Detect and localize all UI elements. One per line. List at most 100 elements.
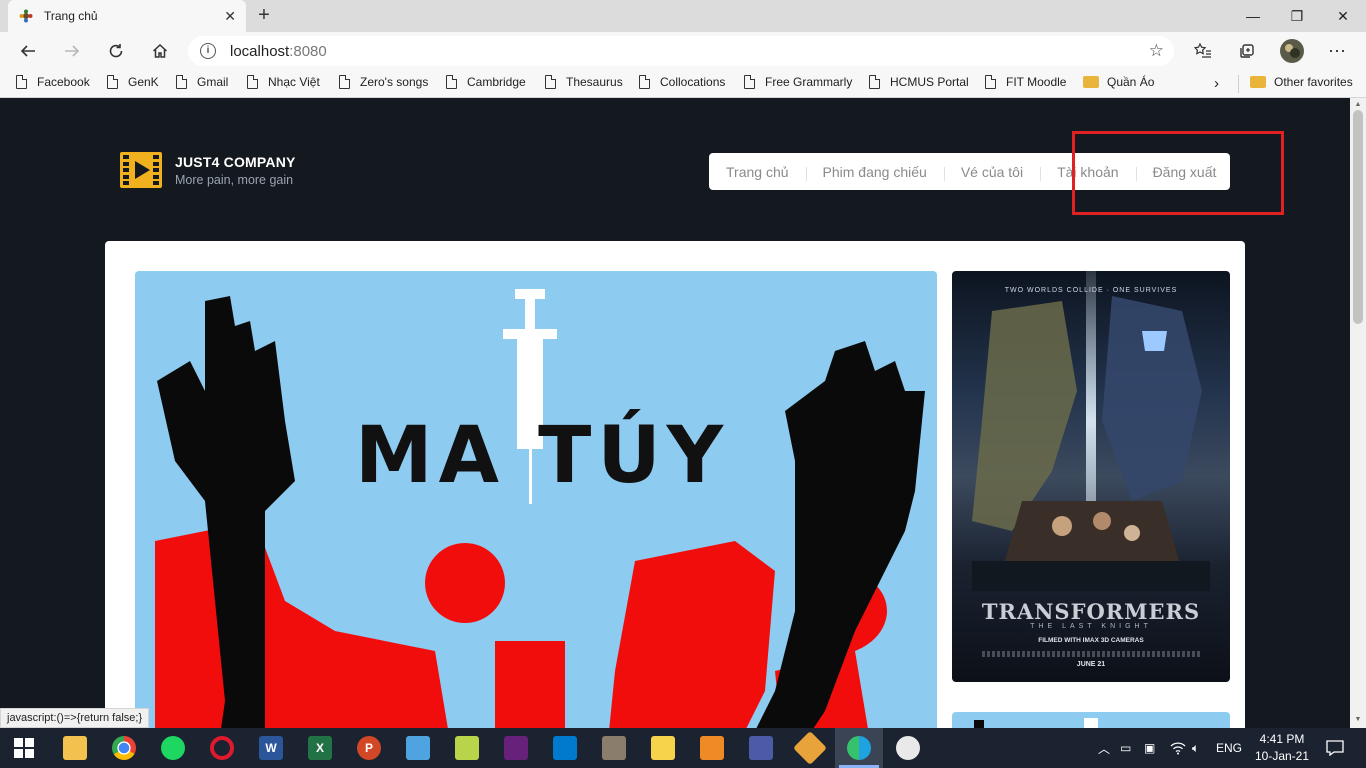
content-card: MA TÚY TWO WORLDS COLLIDE · ONE SURVIVES… (105, 241, 1245, 728)
film-holes (153, 155, 159, 185)
bookmark-folder[interactable]: Quần Áo (1083, 75, 1154, 89)
address-toolbar: i localhost:8080 ☆ ⋯ (0, 32, 1366, 70)
notification-app-icon[interactable]: ▣ (1144, 728, 1155, 768)
bookmark-item[interactable]: Nhạc Việt (247, 75, 320, 89)
battery-icon[interactable]: ▭ (1120, 728, 1131, 768)
other-favorites-folder[interactable]: Other favorites (1250, 75, 1353, 89)
profile-avatar[interactable] (1277, 36, 1307, 66)
paint-3d-icon[interactable] (406, 736, 430, 760)
poster-credits (982, 651, 1200, 657)
app-icon[interactable] (602, 736, 626, 760)
page-icon (107, 75, 118, 89)
nav-my-tickets[interactable]: Vé của tôi (943, 164, 1040, 181)
sticky-notes-icon[interactable] (651, 736, 675, 760)
home-icon[interactable] (145, 36, 175, 66)
bookmark-item[interactable]: GenK (107, 75, 159, 89)
site-favicon-icon (18, 8, 34, 24)
bookmark-item[interactable]: Collocations (639, 75, 725, 89)
featured-movie-poster[interactable]: MA TÚY (135, 271, 937, 728)
edge-icon[interactable] (847, 736, 871, 760)
powerpoint-icon[interactable]: P (357, 736, 381, 760)
bookmark-item[interactable]: FIT Moodle (985, 75, 1066, 89)
refresh-icon[interactable] (101, 36, 131, 66)
paint-icon[interactable] (896, 736, 920, 760)
bookmark-item[interactable]: Zero's songs (339, 75, 428, 89)
file-explorer-icon[interactable] (63, 736, 87, 760)
tab-title: Trang chủ (44, 9, 98, 23)
bookmark-item[interactable]: Thesaurus (545, 75, 623, 89)
git-icon[interactable] (793, 731, 827, 765)
browser-tab-strip: Trang chủ ✕ + — ❐ ✕ (0, 0, 1366, 32)
bookmark-item[interactable]: Gmail (176, 75, 228, 89)
folder-icon (1250, 76, 1266, 88)
close-tab-icon[interactable]: ✕ (224, 8, 236, 25)
bookmark-label: HCMUS Portal (890, 75, 969, 89)
scroll-up-icon[interactable]: ▲ (1354, 101, 1362, 109)
word-icon[interactable]: W (259, 736, 283, 760)
wifi-icon[interactable] (1170, 728, 1186, 768)
app-icon[interactable] (749, 736, 773, 760)
window-close-icon[interactable]: ✕ (1320, 0, 1366, 32)
second-side-poster[interactable] (952, 712, 1230, 728)
site-info-icon[interactable]: i (200, 43, 216, 59)
chrome-icon[interactable] (112, 736, 136, 760)
excel-icon[interactable]: X (308, 736, 332, 760)
bookmarks-bar: Facebook GenK Gmail Nhạc Việt Zero's son… (0, 70, 1366, 98)
syringe-artwork (974, 718, 1098, 728)
vs-code-icon[interactable] (553, 736, 577, 760)
show-hidden-icons-chevron-icon[interactable]: ︿ (1098, 728, 1110, 768)
visual-studio-icon[interactable] (504, 736, 528, 760)
bookmark-label: Free Grammarly (765, 75, 853, 89)
bookmark-label: Nhạc Việt (268, 75, 320, 89)
brand-name[interactable]: JUST4 COMPANY (175, 154, 296, 170)
nav-home[interactable]: Trang chủ (709, 164, 806, 180)
bookmark-item[interactable]: Free Grammarly (744, 75, 852, 89)
web-page: JUST4 COMPANY More pain, more gain Trang… (0, 98, 1350, 728)
clock-date: 10-Jan-21 (1254, 749, 1310, 763)
scrollbar-thumb[interactable] (1353, 110, 1363, 324)
film-holes (123, 155, 129, 185)
bookmark-item[interactable]: HCMUS Portal (869, 75, 969, 89)
taskbar-clock[interactable]: 4:41 PM 10-Jan-21 (1246, 731, 1318, 765)
address-bar[interactable]: i localhost:8080 ☆ (188, 36, 1174, 66)
page-icon (247, 75, 258, 89)
spotify-icon[interactable] (161, 736, 185, 760)
more-menu-icon[interactable]: ⋯ (1322, 36, 1352, 66)
page-scrollbar[interactable]: ▲ ▼ (1350, 98, 1366, 728)
bookmark-divider (1238, 75, 1239, 93)
transformers-poster[interactable]: TWO WORLDS COLLIDE · ONE SURVIVES TRANSF… (952, 271, 1230, 682)
scroll-down-icon[interactable]: ▼ (1354, 716, 1362, 724)
forward-icon[interactable] (57, 36, 87, 66)
bookmark-label: Other favorites (1274, 75, 1353, 89)
restore-icon[interactable]: ❐ (1274, 0, 1320, 32)
windows-start-icon[interactable] (12, 736, 36, 760)
favorites-list-icon[interactable] (1188, 36, 1218, 66)
new-tab-icon[interactable]: + (252, 4, 276, 28)
foxit-pdf-icon[interactable] (700, 736, 724, 760)
snipping-tool-icon[interactable] (455, 736, 479, 760)
poster-subtitle: THE LAST KNIGHT (1030, 623, 1152, 630)
bookmark-label: GenK (128, 75, 159, 89)
bookmarks-overflow-chevron-icon[interactable]: › (1214, 75, 1219, 92)
windows-taskbar: W X P ︿ ▭ ▣ 🔈︎ ENG 4:41 PM 10-Jan-21 (0, 728, 1366, 768)
film-logo-icon[interactable] (120, 152, 162, 188)
collections-icon[interactable] (1232, 36, 1262, 66)
bookmark-item[interactable]: Facebook (16, 75, 90, 89)
bookmark-item[interactable]: Cambridge (446, 75, 526, 89)
input-language[interactable]: ENG (1216, 728, 1242, 768)
minimize-icon[interactable]: — (1230, 0, 1276, 32)
brand-tagline: More pain, more gain (175, 173, 294, 187)
action-center-icon[interactable] (1326, 728, 1344, 768)
page-icon (16, 75, 27, 89)
robot-artwork (972, 296, 1210, 591)
back-icon[interactable] (13, 36, 43, 66)
browser-tab[interactable]: Trang chủ ✕ (8, 0, 246, 32)
bookmark-label: FIT Moodle (1006, 75, 1067, 89)
volume-icon[interactable]: 🔈︎ (1192, 728, 1199, 768)
clock-time: 4:41 PM (1259, 732, 1305, 746)
nav-now-showing[interactable]: Phim đang chiếu (805, 164, 944, 181)
bookmark-label: Facebook (37, 75, 90, 89)
opera-icon[interactable] (210, 736, 234, 760)
favorite-star-icon[interactable]: ☆ (1149, 41, 1164, 61)
page-icon (339, 75, 350, 89)
